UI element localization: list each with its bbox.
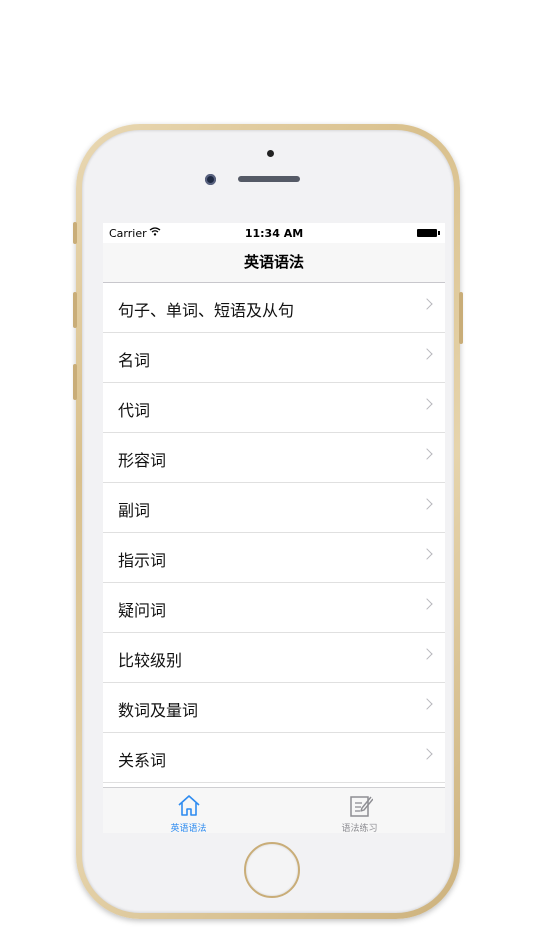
list-item-label: 数词及量词 — [118, 701, 199, 720]
tab-bar: 英语语法 语法练习 — [103, 787, 445, 833]
screen: Carrier 11:34 AM 英语语法 句子、单词、短语及从句 名词 代词 — [103, 223, 445, 833]
list-item[interactable]: 名词 — [103, 333, 445, 383]
home-icon — [178, 795, 200, 816]
phone-frame: Carrier 11:34 AM 英语语法 句子、单词、短语及从句 名词 代词 — [73, 124, 463, 919]
list-item-label: 名词 — [118, 351, 151, 370]
chevron-right-icon — [421, 398, 433, 410]
navigation-bar: 英语语法 — [103, 243, 445, 283]
power-button — [459, 292, 463, 344]
list-item-label: 形容词 — [118, 451, 167, 470]
tab-practice-label: 语法练习 — [341, 824, 378, 833]
phone-face: Carrier 11:34 AM 英语语法 句子、单词、短语及从句 名词 代词 — [82, 130, 454, 913]
list-item[interactable]: 代词 — [103, 383, 445, 433]
front-camera — [205, 174, 216, 185]
grammar-topic-list: 句子、单词、短语及从句 名词 代词 形容词 副词 指示词 疑问词 比较级别 数词… — [103, 283, 445, 783]
list-item[interactable]: 比较级别 — [103, 633, 445, 683]
tab-grammar[interactable]: 英语语法 — [103, 788, 274, 833]
list-item-label: 疑问词 — [118, 601, 167, 620]
list-item[interactable]: 句子、单词、短语及从句 — [103, 283, 445, 333]
page-title: 英语语法 — [243, 253, 304, 271]
chevron-right-icon — [421, 598, 433, 610]
chevron-right-icon — [421, 348, 433, 360]
list-item-label: 关系词 — [118, 751, 167, 770]
list-item-label: 代词 — [118, 401, 151, 420]
status-bar: Carrier 11:34 AM — [103, 223, 445, 243]
list-item[interactable]: 形容词 — [103, 433, 445, 483]
chevron-right-icon — [421, 498, 433, 510]
chevron-right-icon — [421, 648, 433, 660]
volume-up-button — [73, 292, 77, 328]
list-item[interactable]: 数词及量词 — [103, 683, 445, 733]
tab-practice[interactable]: 语法练习 — [274, 788, 445, 833]
list-item[interactable]: 指示词 — [103, 533, 445, 583]
list-item[interactable]: 关系词 — [103, 733, 445, 783]
mute-switch — [73, 222, 77, 244]
volume-down-button — [73, 364, 77, 400]
list-item[interactable]: 疑问词 — [103, 583, 445, 633]
chevron-right-icon — [421, 298, 433, 310]
chevron-right-icon — [421, 698, 433, 710]
list-item-label: 副词 — [118, 501, 151, 520]
tab-grammar-label: 英语语法 — [170, 824, 207, 833]
list-item-label: 比较级别 — [118, 651, 183, 670]
chevron-right-icon — [421, 548, 433, 560]
edit-note-icon — [350, 796, 373, 817]
proximity-sensor — [267, 150, 274, 157]
battery-icon — [417, 229, 440, 237]
earpiece-speaker — [238, 176, 300, 182]
status-time: 11:34 AM — [244, 227, 304, 240]
chevron-right-icon — [421, 448, 433, 460]
list-item[interactable]: 副词 — [103, 483, 445, 533]
list-item-label: 指示词 — [118, 551, 167, 570]
list-item-label: 句子、单词、短语及从句 — [118, 301, 295, 320]
home-button[interactable] — [244, 842, 300, 898]
chevron-right-icon — [421, 748, 433, 760]
